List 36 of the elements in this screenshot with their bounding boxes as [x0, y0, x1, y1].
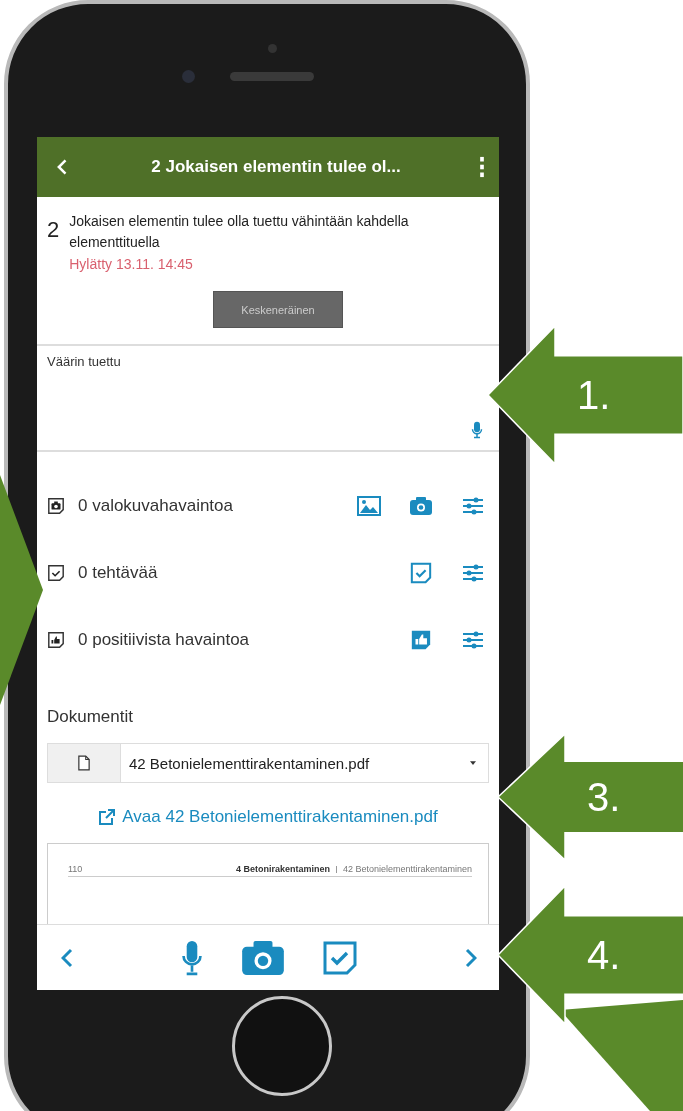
image-icon[interactable]: [357, 494, 381, 517]
callout-number: 4.: [587, 932, 621, 978]
camera-icon[interactable]: [241, 939, 285, 976]
thumbs-up-icon[interactable]: [409, 628, 433, 651]
front-camera-icon: [182, 70, 195, 83]
photo-note-icon: [47, 496, 65, 515]
observation-label[interactable]: 0 positiivista havaintoa: [78, 629, 396, 650]
task-note-icon: [47, 563, 65, 582]
item-number: 2: [47, 216, 60, 244]
task-check-icon[interactable]: [323, 940, 357, 975]
caret-icon: [470, 761, 476, 765]
page-number: 110: [68, 864, 83, 874]
microphone-icon[interactable]: [471, 420, 483, 440]
open-document-link[interactable]: Avaa 42 Betonielementtirakentaminen.pdf: [98, 807, 438, 827]
thumbs-up-note-icon: [47, 630, 65, 649]
item-description: Jokaisen elementin tulee olla tuettu vähintään kahdella elementtituella: [69, 212, 410, 252]
microphone-icon[interactable]: [181, 939, 203, 976]
callout-number: 1.: [577, 372, 611, 418]
sensor-dot: [268, 44, 277, 53]
section-title: 42 Betonielementtirakentaminen: [342, 864, 472, 874]
chapter-title: 4 Betonirakentaminen: [235, 864, 330, 874]
status-text: Hylätty 13.11. 14:45: [69, 255, 194, 274]
observation-label[interactable]: 0 tehtävää: [78, 562, 396, 583]
external-link-icon: [98, 808, 117, 826]
file-icon: [78, 755, 90, 771]
camera-icon[interactable]: [409, 494, 433, 517]
document-select[interactable]: 42 Betonielementtirakentaminen.pdf: [47, 743, 489, 783]
status-button[interactable]: Keskeneräinen: [213, 291, 343, 328]
header-title: 2 Jokaisen elementin tulee ol...: [150, 157, 402, 177]
task-check-icon[interactable]: [409, 561, 433, 584]
documents-heading: Dokumentit: [47, 707, 134, 727]
more-menu-icon[interactable]: [479, 156, 485, 178]
chevron-left-icon[interactable]: [61, 947, 73, 968]
callout-number: 3.: [587, 774, 621, 820]
chevron-right-icon[interactable]: [465, 947, 477, 968]
observation-label[interactable]: 0 valokuvahavaintoa: [78, 495, 344, 516]
